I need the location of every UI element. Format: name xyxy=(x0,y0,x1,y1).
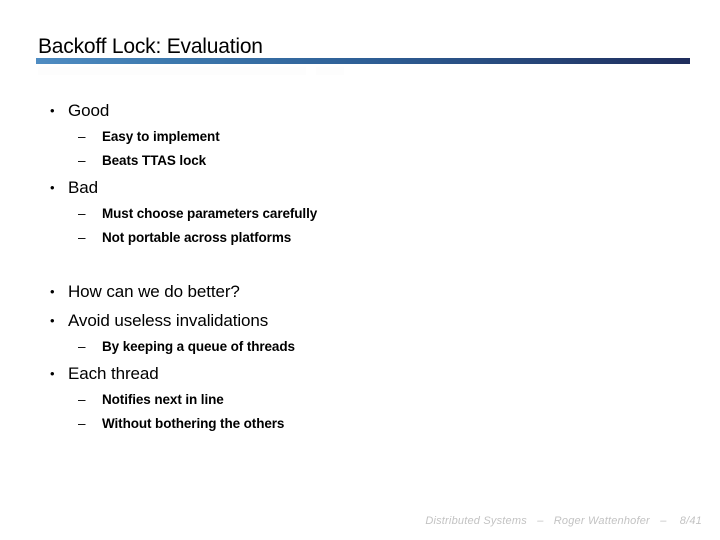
bullet-dot-icon: • xyxy=(50,103,55,118)
subtitle-placeholder-band-secondary xyxy=(316,67,344,75)
bullet-text: Not portable across platforms xyxy=(102,230,292,245)
bullet-text: By keeping a queue of threads xyxy=(102,339,295,354)
bullet-dot-icon: • xyxy=(50,180,55,195)
bullet-level2: – Without bothering the others xyxy=(0,412,720,436)
bullet-text: Easy to implement xyxy=(102,129,220,144)
footer-separator: – xyxy=(537,515,544,527)
bullet-dot-icon: • xyxy=(50,284,55,299)
bullet-text: Each thread xyxy=(68,364,159,383)
bullet-text: Beats TTAS lock xyxy=(102,153,207,168)
bullet-text: Good xyxy=(68,101,110,120)
bullet-dash-icon: – xyxy=(78,129,86,144)
subtitle-placeholder-band xyxy=(38,67,306,75)
bullet-dot-icon: • xyxy=(50,366,55,381)
bullet-level2: – Beats TTAS lock xyxy=(0,149,720,173)
bullet-text: Must choose parameters carefully xyxy=(102,206,318,221)
bullet-text: Bad xyxy=(68,178,98,197)
bullet-level1: • How can we do better? xyxy=(0,277,720,306)
bullet-list: • Good – Easy to implement – Beats TTAS … xyxy=(0,96,720,436)
footer-page-number: 8/41 xyxy=(679,515,702,527)
bullet-level2: – Not portable across platforms xyxy=(0,226,720,250)
bullet-level2: – Easy to implement xyxy=(0,125,720,149)
bullet-level1: • Each thread xyxy=(0,359,720,388)
bullet-text: Avoid useless invalidations xyxy=(68,311,269,330)
slide-footer: Distributed Systems – Roger Wattenhofer … xyxy=(0,515,702,527)
title-divider-bar xyxy=(36,58,690,64)
bullet-level1: • Bad xyxy=(0,173,720,202)
bullet-dash-icon: – xyxy=(78,416,86,431)
bullet-dot-icon: • xyxy=(50,313,55,328)
bullet-level2: – Notifies next in line xyxy=(0,388,720,412)
bullet-text: How can we do better? xyxy=(68,282,240,301)
slide: Backoff Lock: Evaluation • Good – Easy t… xyxy=(0,0,720,540)
bullet-level1: • Good xyxy=(0,96,720,125)
bullet-dash-icon: – xyxy=(78,153,86,168)
bullet-dash-icon: – xyxy=(78,206,86,221)
footer-page-separator: – xyxy=(660,515,667,527)
footer-course: Distributed Systems xyxy=(425,515,527,527)
bullet-dash-icon: – xyxy=(78,339,86,354)
bullet-level2: – Must choose parameters carefully xyxy=(0,202,720,226)
bullet-text: Notifies next in line xyxy=(102,392,224,407)
bullet-dash-icon: – xyxy=(78,392,86,407)
footer-author: Roger Wattenhofer xyxy=(553,515,650,527)
bullet-dash-icon: – xyxy=(78,230,86,245)
list-gap xyxy=(0,250,720,277)
bullet-level1: • Avoid useless invalidations xyxy=(0,306,720,335)
page-title: Backoff Lock: Evaluation xyxy=(38,35,263,59)
bullet-level2: – By keeping a queue of threads xyxy=(0,335,720,359)
bullet-text: Without bothering the others xyxy=(102,416,285,431)
